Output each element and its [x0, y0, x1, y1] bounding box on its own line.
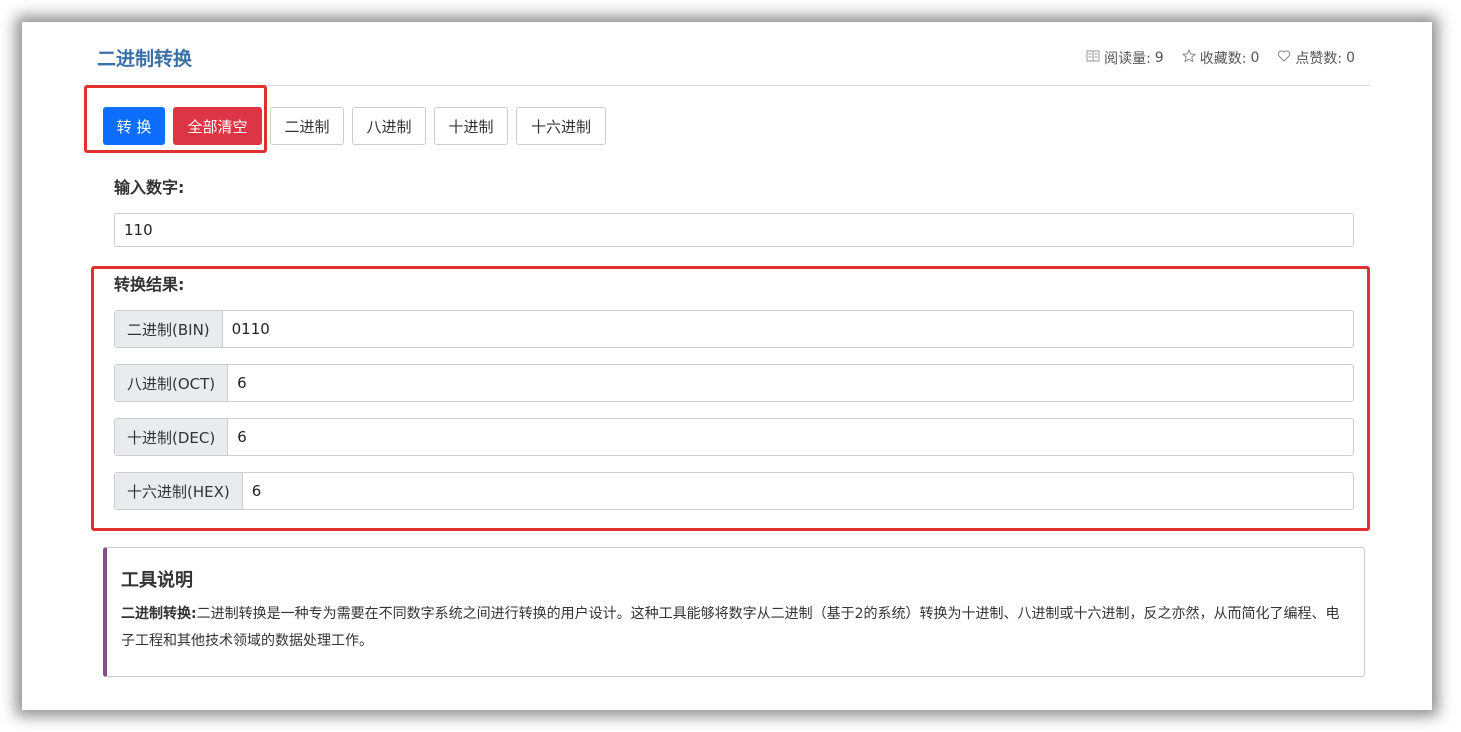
result-row-hex: 十六进制(HEX) 6: [114, 472, 1354, 510]
result-row-dec: 十进制(DEC) 6: [114, 418, 1354, 456]
book-icon: [1086, 49, 1100, 67]
number-input[interactable]: 110: [114, 213, 1354, 247]
results-label: 转换结果:: [114, 275, 185, 294]
dec-output-field[interactable]: 6: [228, 419, 256, 455]
likes-label: 点赞数:: [1295, 51, 1343, 67]
description-heading: 工具说明: [121, 570, 193, 591]
favorites-count: 0: [1250, 50, 1260, 66]
dec-addon: 十进制(DEC): [115, 419, 229, 455]
input-label: 输入数字:: [114, 178, 185, 197]
clear-all-button[interactable]: 全部清空: [173, 107, 262, 145]
result-row-oct: 八进制(OCT) 6: [114, 364, 1354, 402]
favorites-label: 收藏数:: [1199, 51, 1247, 67]
convert-button[interactable]: 转 换: [103, 107, 165, 145]
views-stat: 阅读量: 9: [1086, 48, 1164, 68]
octal-mode-button[interactable]: 八进制: [352, 107, 426, 145]
toolbar: 转 换 全部清空 二进制 八进制 十进制 十六进制: [103, 107, 606, 145]
likes-stat[interactable]: 点赞数: 0: [1277, 48, 1355, 68]
hex-output-field[interactable]: 6: [243, 473, 271, 509]
views-label: 阅读量:: [1104, 51, 1151, 67]
bin-output-field[interactable]: 0110: [223, 311, 279, 347]
oct-addon: 八进制(OCT): [115, 365, 229, 401]
star-icon[interactable]: [1181, 48, 1196, 67]
hex-mode-button[interactable]: 十六进制: [516, 107, 606, 145]
bin-addon: 二进制(BIN): [115, 311, 223, 347]
header-divider: [97, 85, 1370, 86]
likes-count: 0: [1346, 50, 1355, 66]
heart-icon[interactable]: [1277, 49, 1291, 67]
views-count: 9: [1154, 50, 1164, 66]
hex-addon: 十六进制(HEX): [115, 473, 243, 509]
description-lead: 二进制转换:: [121, 606, 197, 622]
stats-bar: 阅读量: 9 收藏数: 0 点赞数: 0: [1086, 48, 1355, 68]
description-body: 二进制转换是一种专为需要在不同数字系统之间进行转换的用户设计。这种工具能够将数字…: [121, 606, 1340, 649]
description-text: 二进制转换:二进制转换是一种专为需要在不同数字系统之间进行转换的用户设计。这种工…: [121, 601, 1350, 655]
decimal-mode-button[interactable]: 十进制: [434, 107, 508, 145]
tool-description-panel: 工具说明 二进制转换:二进制转换是一种专为需要在不同数字系统之间进行转换的用户设…: [103, 547, 1365, 677]
oct-output-field[interactable]: 6: [228, 365, 256, 401]
binary-mode-button[interactable]: 二进制: [270, 107, 344, 145]
page-title: 二进制转换: [97, 48, 193, 70]
result-row-bin: 二进制(BIN) 0110: [114, 310, 1354, 348]
favorites-stat[interactable]: 收藏数: 0: [1181, 48, 1260, 68]
